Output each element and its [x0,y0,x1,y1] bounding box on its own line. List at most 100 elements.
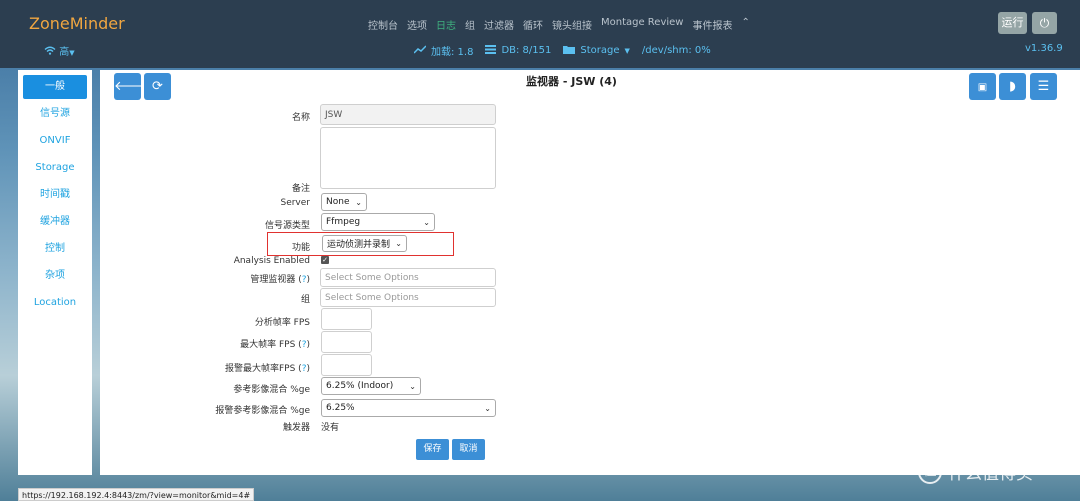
triggers-label: 触发器 [282,423,310,433]
chevron-down-icon: ⌄ [484,403,491,413]
refresh-icon: ⟳ [152,79,163,94]
tab-control[interactable]: 控制 [18,235,92,262]
help-close: ) [306,340,310,350]
linked-monitors-label: 管理监视器 (?) [100,272,310,285]
bandwidth-label: 高 [59,47,70,58]
cancel-button[interactable]: 取消 [452,439,485,460]
rss-square-icon: ▣ [977,82,988,93]
server-select[interactable]: None ⌄ [321,193,367,211]
folder-icon [563,45,576,57]
linked-monitors-text: 管理监视器 ( [250,275,302,285]
analysis-fps-label: 分析帧率 FPS [254,318,310,328]
shm-status: /dev/shm: 0% [641,45,711,56]
storage-dropdown[interactable]: Storage ▼ [563,45,630,57]
list-view-button[interactable]: ☰ [1030,73,1057,100]
back-button[interactable]: 🡐 [114,73,149,100]
db-text: DB: 8/151 [501,45,552,56]
function-value: 运动侦测并录制 [327,240,391,250]
alarm-ref-blend-label: 报警参考影像混合 %ge [215,406,310,416]
ref-blend-value: 6.25% (Indoor) [326,381,394,391]
source-type-select[interactable]: Ffmpeg ⌄ [321,213,435,231]
refresh-button[interactable]: ⟳ [144,73,171,100]
db-status: DB: 8/151 [485,44,552,57]
menu-options[interactable]: 选项 [407,17,427,32]
rss-small-button[interactable]: ▣ [969,73,996,100]
chevron-down-icon: ⌄ [423,217,430,227]
triggers-value: 没有 [321,423,340,433]
menu-filters[interactable]: 过滤器 [484,17,514,32]
tab-source[interactable]: 信号源 [18,100,92,127]
menu-cycle[interactable]: 循环 [523,17,543,32]
menu-log[interactable]: 日志 [436,17,456,32]
status-bar-url: https://192.168.192.4:8443/zm/?view=moni… [18,488,255,501]
caret-down-icon: ▼ [624,46,630,55]
save-button[interactable]: 保存 [416,439,449,460]
chevron-down-icon: ⌄ [409,381,416,391]
analysis-enabled-checkbox[interactable]: ✓ [321,256,329,264]
alarm-fps-text: 报警最大帧率FPS ( [225,364,302,374]
menu-console[interactable]: 控制台 [368,17,398,32]
rss-button[interactable]: ◗ [999,73,1026,100]
menu-montage-review[interactable]: Montage Review [601,17,684,32]
tab-buffers[interactable]: 缓冲器 [18,208,92,235]
top-navbar: ZoneMinder 高▼ 控制台 选项 日志 组 过滤器 循环 镜头组接 Mo… [0,0,1080,68]
bandwidth-dropdown[interactable]: 高▼ [44,43,75,58]
tab-storage[interactable]: Storage [18,154,92,181]
server-label: Server [280,198,310,208]
monitor-tabs-sidebar: 一般 信号源 ONVIF Storage 时间戳 缓冲器 控制 杂项 Locat… [18,70,92,475]
main-menu: 控制台 选项 日志 组 过滤器 循环 镜头组接 Montage Review 事… [368,17,759,32]
run-state-button[interactable]: 运行 [998,12,1027,34]
function-label: 功能 [291,243,310,253]
groups-label: 组 [300,295,310,305]
menu-report[interactable]: 事件报表 [693,17,733,32]
analysis-fps-input[interactable] [321,308,372,330]
alarm-ref-blend-value: 6.25% [326,403,355,413]
page-title: 监视器 - JSW (4) [526,75,617,88]
tab-misc[interactable]: 杂项 [18,262,92,289]
help-close: ) [306,364,310,374]
rss-icon: ◗ [1009,79,1016,94]
ref-blend-label: 参考影像混合 %ge [233,385,310,395]
max-fps-input[interactable] [321,331,372,353]
groups-input[interactable]: Select Some Options [320,288,496,307]
trend-icon [413,44,427,57]
list-icon: ☰ [1037,79,1050,94]
tab-general[interactable]: 一般 [23,75,87,99]
load-status: 加载: 1.8 [413,43,474,58]
help-close: ) [306,275,310,285]
ref-blend-select[interactable]: 6.25% (Indoor) ⌄ [321,377,421,395]
source-type-value: Ffmpeg [326,217,361,227]
function-select[interactable]: 运动侦测并录制 ⌄ [322,235,407,252]
tab-location[interactable]: Location [18,289,92,316]
max-fps-text: 最大帧率 FPS ( [240,340,302,350]
notes-label: 备注 [291,184,310,194]
storage-text: Storage [580,45,620,56]
system-status: 加载: 1.8 DB: 8/151 Storage ▼ /dev/shm: 0% [413,43,723,58]
wifi-icon [44,46,59,58]
alarm-fps-label: 报警最大帧率FPS (?) [100,361,310,374]
tab-timestamp[interactable]: 时间戳 [18,181,92,208]
watermark-logo: 值 [918,459,942,484]
power-icon: ⏻ [1039,16,1050,30]
brand-logo[interactable]: ZoneMinder [29,14,125,33]
tab-onvif[interactable]: ONVIF [18,127,92,154]
linked-monitors-input[interactable]: Select Some Options [320,268,496,287]
check-icon: ✓ [322,256,328,264]
watermark-text: 什么值得买 [948,464,1033,484]
logout-button[interactable]: ⏻ [1032,12,1057,34]
collapse-icon[interactable]: ⌃ [742,17,750,32]
chevron-down-icon: ⌄ [395,239,402,248]
alarm-ref-blend-select[interactable]: 6.25% ⌄ [321,399,496,417]
menu-groups[interactable]: 组 [465,17,475,32]
alarm-fps-input[interactable] [321,354,372,376]
name-label: 名称 [291,113,310,123]
version-label: v1.36.9 [1025,43,1063,54]
server-value: None [326,197,350,207]
caret-down-icon: ▼ [69,49,75,57]
menu-montage[interactable]: 镜头组接 [552,17,592,32]
analysis-enabled-label: Analysis Enabled [233,256,310,266]
watermark: 值 什么值得买 [918,459,1033,484]
load-text: 加载: 1.8 [431,47,474,58]
notes-textarea[interactable] [320,127,496,189]
name-input[interactable]: JSW [320,104,496,125]
